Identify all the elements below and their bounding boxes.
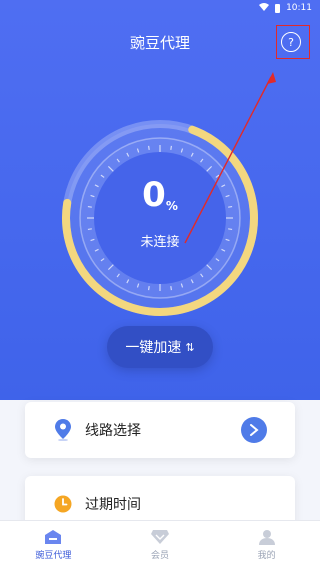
dial-tick	[170, 145, 173, 150]
vip-diamond-icon	[151, 530, 169, 544]
tab-mine[interactable]: 我的	[213, 521, 320, 569]
swap-arrows-icon: ⇅	[185, 340, 195, 354]
boost-label: 一键加速	[125, 340, 182, 356]
speed-dial	[62, 120, 258, 316]
annotation-box	[276, 25, 310, 59]
percent-value: 0	[142, 175, 166, 215]
dial-tick	[147, 286, 150, 291]
clock-icon	[43, 495, 83, 513]
home-icon	[45, 530, 62, 544]
app-title: 豌豆代理	[129, 33, 190, 52]
chevron-right-icon[interactable]	[241, 417, 267, 443]
dial-tick	[87, 228, 92, 231]
dial-tick	[228, 228, 233, 231]
tab-home-label: 豌豆代理	[35, 551, 72, 561]
percent-unit: %	[165, 199, 178, 213]
tab-home[interactable]: 豌豆代理	[0, 521, 107, 569]
route-select-label: 线路选择	[85, 423, 141, 439]
connection-state: 未连接	[140, 235, 180, 250]
connection-percent: 0%	[0, 178, 320, 212]
boost-button[interactable]: 一键加速 ⇅	[107, 326, 213, 368]
expiry-label: 过期时间	[85, 497, 141, 513]
wifi-icon	[259, 2, 270, 14]
dial-tick	[170, 286, 173, 291]
status-time: 10:11	[286, 3, 312, 13]
status-bar: 10:11	[0, 0, 320, 16]
tab-vip[interactable]: 会员	[107, 521, 214, 569]
bottom-tab-bar: 豌豆代理 会员 我的	[0, 520, 320, 569]
tab-mine-label: 我的	[257, 551, 276, 561]
tab-vip-label: 会员	[151, 551, 170, 561]
battery-icon	[275, 3, 281, 13]
location-pin-icon	[43, 419, 83, 441]
dial-face	[94, 152, 226, 284]
route-select-card[interactable]: 线路选择	[25, 402, 295, 458]
user-icon	[258, 530, 275, 545]
dial-tick	[147, 145, 150, 150]
